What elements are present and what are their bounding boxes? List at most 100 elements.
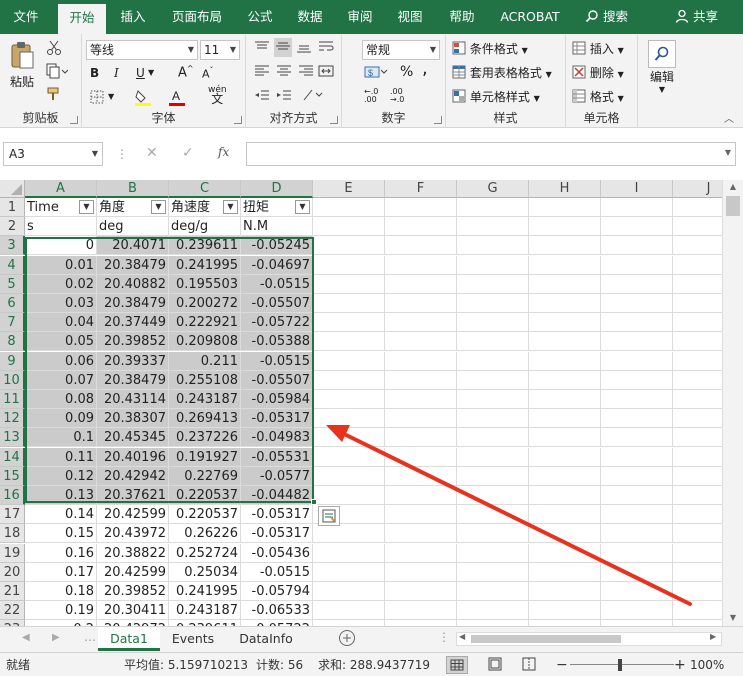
tab-file[interactable]: 文件 [0,0,52,34]
row-header[interactable]: 14 [0,448,25,467]
table-cell[interactable] [529,428,601,447]
table-cell[interactable]: s [25,217,97,236]
table-cell[interactable] [529,582,601,601]
table-cell[interactable]: 20.43972 [97,524,169,543]
table-cell[interactable] [601,217,673,236]
table-cell[interactable] [313,294,385,313]
table-cell[interactable] [601,601,673,620]
scroll-up-icon[interactable]: ▲ [723,182,743,191]
table-cell[interactable] [457,352,529,371]
table-cell[interactable]: -0.05317 [241,505,313,524]
collapse-ribbon-icon[interactable]: ︿ [724,110,734,125]
align-right-icon[interactable] [298,64,314,81]
table-cell[interactable] [529,448,601,467]
tab-view[interactable]: 视图 [388,0,432,34]
table-cell[interactable] [457,256,529,275]
table-cell[interactable]: 20.38822 [97,544,169,563]
table-cell[interactable]: 20.37621 [97,486,169,505]
table-cell[interactable] [313,582,385,601]
table-cell[interactable]: -0.06533 [241,601,313,620]
row-header[interactable]: 21 [0,582,25,601]
table-cell[interactable] [529,544,601,563]
table-cell[interactable] [457,332,529,351]
horizontal-scrollbar[interactable]: ◀ [456,632,722,646]
table-cell[interactable] [313,601,385,620]
filter-dropdown-icon[interactable]: ▼ [79,200,94,214]
table-cell[interactable] [601,486,673,505]
merge-center-icon[interactable] [318,64,334,81]
table-cell[interactable] [529,563,601,582]
column-header-e[interactable]: E [313,180,385,198]
table-cell[interactable] [529,313,601,332]
table-cell[interactable]: -0.04482 [241,486,313,505]
row-header[interactable]: 3 [0,236,25,255]
table-cell[interactable] [313,313,385,332]
table-cell[interactable] [385,198,457,217]
table-cell[interactable] [313,563,385,582]
table-cell[interactable] [529,198,601,217]
table-cell[interactable]: 0.16 [25,544,97,563]
zoom-level[interactable]: 100% [690,653,724,676]
table-cell[interactable]: 0.243187 [169,601,241,620]
table-cell[interactable]: 20.42942 [97,467,169,486]
table-cell[interactable] [529,217,601,236]
table-cell[interactable] [313,409,385,428]
scroll-thumb[interactable] [726,196,740,216]
table-cell[interactable]: 0.222921 [169,313,241,332]
table-cell[interactable]: 20.39852 [97,582,169,601]
table-cell[interactable]: 0.200272 [169,294,241,313]
align-center-icon[interactable] [276,64,292,81]
table-cell[interactable]: 0.25034 [169,563,241,582]
row-header[interactable]: 9 [0,352,25,371]
table-cell[interactable] [601,563,673,582]
prev-sheet-icon[interactable]: ◀ [22,632,30,643]
formula-input[interactable]: ▼ [246,142,736,166]
table-cell[interactable]: 0.243187 [169,390,241,409]
table-cell[interactable]: -0.04983 [241,428,313,447]
table-cell[interactable]: 0.26226 [169,524,241,543]
table-cell[interactable]: 20.37449 [97,313,169,332]
shrink-font-icon[interactable]: Aˇ [202,66,214,81]
table-cell[interactable] [385,486,457,505]
table-cell[interactable] [529,524,601,543]
table-cell[interactable]: -0.0515 [241,275,313,294]
table-cell[interactable]: 0.05 [25,332,97,351]
table-cell[interactable]: 0.220537 [169,486,241,505]
table-cell[interactable] [457,294,529,313]
row-header[interactable]: 6 [0,294,25,313]
table-cell[interactable] [601,524,673,543]
table-cell[interactable]: 0.13 [25,486,97,505]
row-header[interactable]: 13 [0,428,25,447]
table-cell[interactable] [529,256,601,275]
table-cell[interactable]: -0.05507 [241,371,313,390]
table-cell[interactable] [457,275,529,294]
table-cell[interactable] [313,486,385,505]
table-cell[interactable] [457,505,529,524]
font-name-select[interactable]: 等线 ▼ [86,40,198,60]
table-cell[interactable] [601,582,673,601]
font-launcher-icon[interactable] [234,116,242,124]
accounting-format-icon[interactable]: $ [364,65,388,82]
table-cell[interactable] [457,428,529,447]
table-cell[interactable] [457,524,529,543]
page-break-view-icon[interactable] [520,656,538,676]
table-cell[interactable] [385,390,457,409]
table-cell[interactable]: 20.39337 [97,352,169,371]
table-cell[interactable] [457,313,529,332]
table-cell[interactable] [601,332,673,351]
filter-dropdown-icon[interactable]: ▼ [151,200,166,214]
table-cell[interactable]: 20.45345 [97,428,169,447]
column-header-i[interactable]: I [601,180,673,198]
table-cell[interactable]: 0.241995 [169,256,241,275]
clipboard-launcher-icon[interactable] [70,116,78,124]
scroll-thumb[interactable] [471,635,621,643]
table-cell[interactable] [385,313,457,332]
table-cell[interactable] [313,544,385,563]
zoom-in-icon[interactable]: + [674,653,686,676]
table-cell[interactable] [313,371,385,390]
table-cell[interactable] [601,390,673,409]
table-cell[interactable] [529,275,601,294]
table-cell[interactable] [601,294,673,313]
table-cell[interactable]: 0.19 [25,601,97,620]
decrease-indent-icon[interactable] [254,88,270,105]
